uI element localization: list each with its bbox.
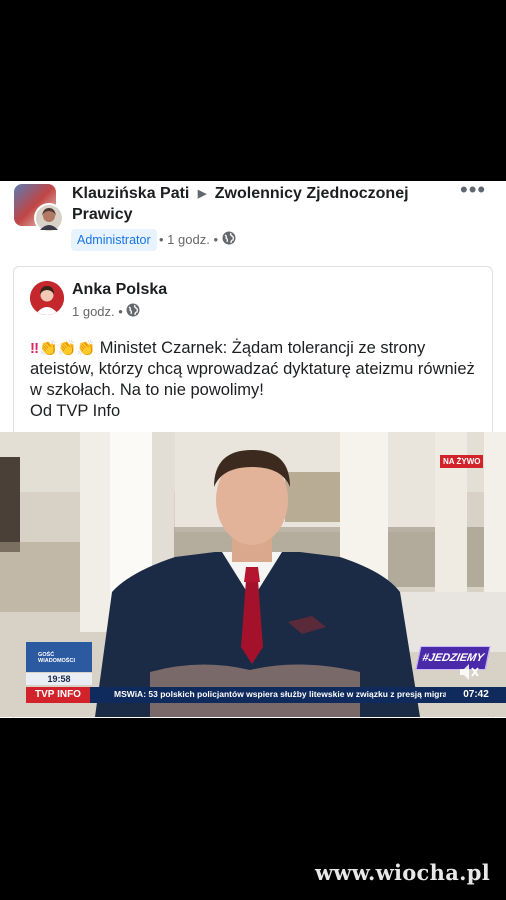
tvp-logo: TVP INFO <box>26 687 90 703</box>
news-ticker: MSWiA: 53 polskich policjantów wspiera s… <box>90 687 446 703</box>
clapping-hands-icon: 👏 <box>39 340 58 357</box>
video-player[interactable]: NA ŻYWO GOŚĆ WIADOMOŚCI 19:58 #JEDZIEMY … <box>0 432 506 717</box>
clapping-hands-icon: 👏 <box>57 340 77 357</box>
guest-box: GOŚĆ WIADOMOŚCI <box>26 642 92 672</box>
clapping-hands-icon: 👏 <box>76 340 96 357</box>
live-badge: NA ŻYWO <box>440 455 484 468</box>
globe-icon <box>126 303 140 323</box>
mute-icon[interactable] <box>458 662 480 682</box>
author-name[interactable]: Anka Polska <box>72 281 167 299</box>
arrow-right-icon: ▶ <box>197 188 207 200</box>
post-header: Klauzińska Pati ▶ Zwolennicy Zjednoczone… <box>72 184 452 225</box>
shared-post-time[interactable]: 1 godz. <box>72 304 115 319</box>
post-text: ‼👏👏👏 Ministet Czarnek: Żądam tolerancji … <box>30 338 486 422</box>
ticker-time: 07:42 <box>446 687 506 703</box>
channel-clock: 19:58 <box>26 673 92 685</box>
group-avatar[interactable] <box>14 184 64 233</box>
more-options-button[interactable]: ••• <box>460 179 488 202</box>
post-time[interactable]: 1 godz. <box>167 232 210 247</box>
post-source: Od TVP Info <box>30 402 121 420</box>
post-meta: • 1 godz. • <box>159 230 236 251</box>
post-body: Ministet Czarnek: Żądam tolerancji ze st… <box>30 339 475 399</box>
globe-icon <box>222 231 236 251</box>
poster-avatar[interactable] <box>34 203 64 233</box>
poster-name[interactable]: Klauzińska Pati <box>72 185 189 202</box>
admin-badge: Administrator <box>71 229 157 251</box>
guest-box-label: GOŚĆ WIADOMOŚCI <box>38 652 75 664</box>
watermark: www.wiocha.pl <box>314 860 490 885</box>
author-avatar[interactable] <box>30 281 64 315</box>
tvp-logo-text: TVP INFO <box>35 689 81 700</box>
double-exclamation-icon: ‼ <box>30 340 40 357</box>
shared-post-meta: 1 godz. • <box>72 302 140 323</box>
ticker-text: MSWiA: 53 polskich policjantów wspiera s… <box>114 689 446 699</box>
